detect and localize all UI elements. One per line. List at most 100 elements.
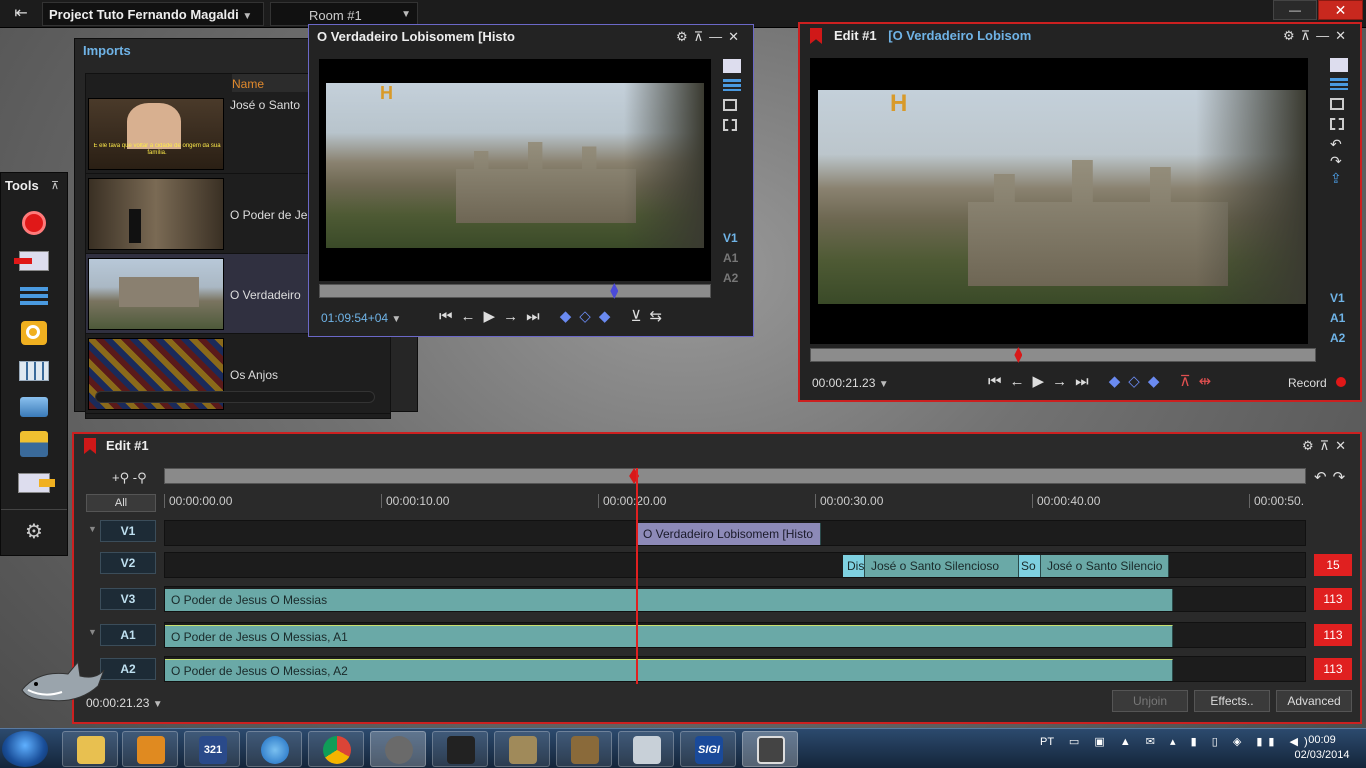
record-timecode[interactable]: 00:00:21.23 ▼	[812, 376, 889, 390]
upload-icon[interactable]: ⇪	[1330, 170, 1354, 187]
list-icon[interactable]	[723, 79, 741, 91]
go-to-end-icon[interactable]: ⏭	[526, 308, 548, 325]
effects-button[interactable]: Effects..	[1194, 690, 1270, 712]
taskbar-internet-explorer[interactable]	[246, 731, 302, 767]
folder-icon[interactable]	[1330, 58, 1348, 72]
imports-horizontal-scrollbar[interactable]	[95, 391, 375, 403]
storyboard-tool-button[interactable]	[17, 359, 51, 385]
project-selector[interactable]: Project Tuto Fernando Magaldi ▼	[42, 2, 264, 26]
export-tool-button[interactable]	[17, 471, 55, 497]
exit-project-button[interactable]: ⇤	[6, 4, 36, 24]
taskbar-horse-app[interactable]	[432, 731, 488, 767]
track-tag-a2[interactable]: A2	[723, 271, 745, 285]
redo-icon[interactable]: ↷	[1330, 153, 1354, 170]
timeline-clip[interactable]: O Poder de Jesus O Messias	[165, 589, 1173, 611]
taskbar-paint-app[interactable]	[556, 731, 612, 767]
go-to-start-icon[interactable]: ⏮	[988, 373, 1010, 390]
timeline-clip[interactable]: José o Santo Silencioso	[865, 555, 1019, 577]
search-tool-button[interactable]	[17, 321, 51, 347]
record-tool-button[interactable]	[17, 211, 51, 237]
timeline-audio-clip[interactable]: O Poder de Jesus O Messias, A1	[165, 625, 1173, 647]
close-window-button[interactable]: ✕	[1318, 0, 1363, 20]
timeline-scrub-bar[interactable]	[164, 468, 1306, 484]
timeline-playhead[interactable]	[636, 468, 638, 684]
play-icon[interactable]: ▶	[1033, 373, 1053, 390]
record-video-screen[interactable]: H	[810, 58, 1308, 344]
undo-icon[interactable]: ↶	[1330, 136, 1354, 153]
track-tag-a2[interactable]: A2	[1330, 331, 1354, 345]
taskbar-clock[interactable]: 00:09 02/03/2014	[1290, 733, 1354, 763]
crop-icon[interactable]	[1330, 118, 1344, 130]
track-button-a1[interactable]: A1	[100, 624, 156, 646]
room-selector[interactable]: Room #1 ▼	[270, 2, 418, 26]
timeline-clip[interactable]: O Verdadeiro Lobisomem [Histo	[637, 523, 821, 545]
track-tag-a1[interactable]: A1	[723, 251, 745, 265]
folder-icon[interactable]	[723, 59, 741, 73]
timeline-transition[interactable]: Dis	[843, 555, 865, 577]
track-tag-v1[interactable]: V1	[1330, 291, 1354, 305]
taskbar-app-active[interactable]	[370, 731, 426, 767]
step-back-icon[interactable]: ←	[1010, 373, 1033, 390]
play-icon[interactable]: ▶	[484, 308, 504, 325]
timeline-audio-clip[interactable]: O Poder de Jesus O Messias, A2	[165, 659, 1173, 681]
crop-icon[interactable]	[723, 119, 737, 131]
source-timecode[interactable]: 01:09:54+04 ▼	[321, 311, 401, 325]
layers-tool-button[interactable]	[17, 395, 51, 421]
lift-icon[interactable]: ⊼	[1180, 373, 1199, 390]
overwrite-icon[interactable]: ⇆	[650, 308, 671, 325]
minimize-button[interactable]: —	[1273, 0, 1317, 20]
taskbar-media-classic[interactable]: 321	[184, 731, 240, 767]
clear-marks-icon[interactable]: ◇	[1128, 373, 1148, 390]
timeline-transition[interactable]: So	[1019, 555, 1041, 577]
unjoin-button[interactable]: Unjoin	[1112, 690, 1188, 712]
taskbar-chrome[interactable]	[308, 731, 364, 767]
zoom-in-icon[interactable]: +⚲	[112, 470, 129, 485]
tray-icons[interactable]: ▭ ▣ ▲ ✉ ▴ ▮ ▯ ◈ ▮▮ ◀)	[1069, 736, 1314, 748]
pin-icon[interactable]: ⊼	[51, 179, 59, 192]
collapse-audio-icon[interactable]: ▼	[88, 627, 97, 637]
taskbar-media-player[interactable]	[122, 731, 178, 767]
collapse-video-icon[interactable]: ▼	[88, 524, 97, 534]
track-button-v3[interactable]: V3	[100, 588, 156, 610]
select-all-tracks-button[interactable]: All	[86, 494, 156, 512]
track-button-a2[interactable]: A2	[100, 658, 156, 680]
go-to-start-icon[interactable]: ⏮	[439, 308, 461, 325]
step-forward-icon[interactable]: →	[503, 308, 526, 325]
mark-in-icon[interactable]: ◆	[1109, 373, 1129, 390]
mark-out-icon[interactable]: ◆	[1148, 373, 1168, 390]
track-button-v1[interactable]: V1	[100, 520, 156, 542]
viewer-window-controls[interactable]: ⚙⊼—✕	[676, 29, 745, 45]
timeline-ruler[interactable]: 00:00:00.00 00:00:10.00 00:00:20.00 00:0…	[164, 494, 1306, 514]
undo-icon[interactable]: ↶	[1314, 469, 1333, 486]
redo-icon[interactable]: ↷	[1333, 469, 1352, 486]
zoom-out-icon[interactable]: -⚲	[133, 470, 147, 485]
track-tag-v1[interactable]: V1	[723, 231, 745, 245]
mark-out-icon[interactable]: ◆	[599, 308, 619, 325]
taskbar-explorer[interactable]	[62, 731, 118, 767]
track-button-v2[interactable]: V2	[100, 552, 156, 574]
settings-tool-button[interactable]: ⚙	[17, 521, 51, 547]
step-forward-icon[interactable]: →	[1052, 373, 1075, 390]
viewer-window-controls[interactable]: ⚙⊼—✕	[1283, 28, 1352, 44]
extract-icon[interactable]: ⇹	[1199, 373, 1220, 390]
insert-icon[interactable]: ⊻	[631, 308, 650, 325]
taskbar-calculator[interactable]	[618, 731, 674, 767]
import-tool-button[interactable]	[14, 249, 51, 275]
timeline-tool-button[interactable]	[17, 285, 51, 311]
step-back-icon[interactable]: ←	[461, 308, 484, 325]
language-indicator[interactable]: PT	[1040, 736, 1054, 748]
frame-icon[interactable]	[1330, 98, 1344, 110]
record-progress-bar[interactable]	[810, 347, 1316, 363]
go-to-end-icon[interactable]: ⏭	[1075, 373, 1097, 390]
mark-in-icon[interactable]: ◆	[560, 308, 580, 325]
source-playhead-marker[interactable]	[610, 283, 619, 299]
taskbar-lightworks[interactable]	[742, 731, 798, 767]
timeline-window-controls[interactable]: ⚙⊼✕	[1302, 438, 1352, 454]
clear-marks-icon[interactable]: ◇	[579, 308, 599, 325]
taskbar-tool-app[interactable]	[494, 731, 550, 767]
track-tag-a1[interactable]: A1	[1330, 311, 1354, 325]
advanced-button[interactable]: Advanced	[1276, 690, 1352, 712]
export-download-tool-button[interactable]	[17, 431, 51, 457]
taskbar-sigi[interactable]: SIGI	[680, 731, 736, 767]
list-icon[interactable]	[1330, 78, 1348, 90]
